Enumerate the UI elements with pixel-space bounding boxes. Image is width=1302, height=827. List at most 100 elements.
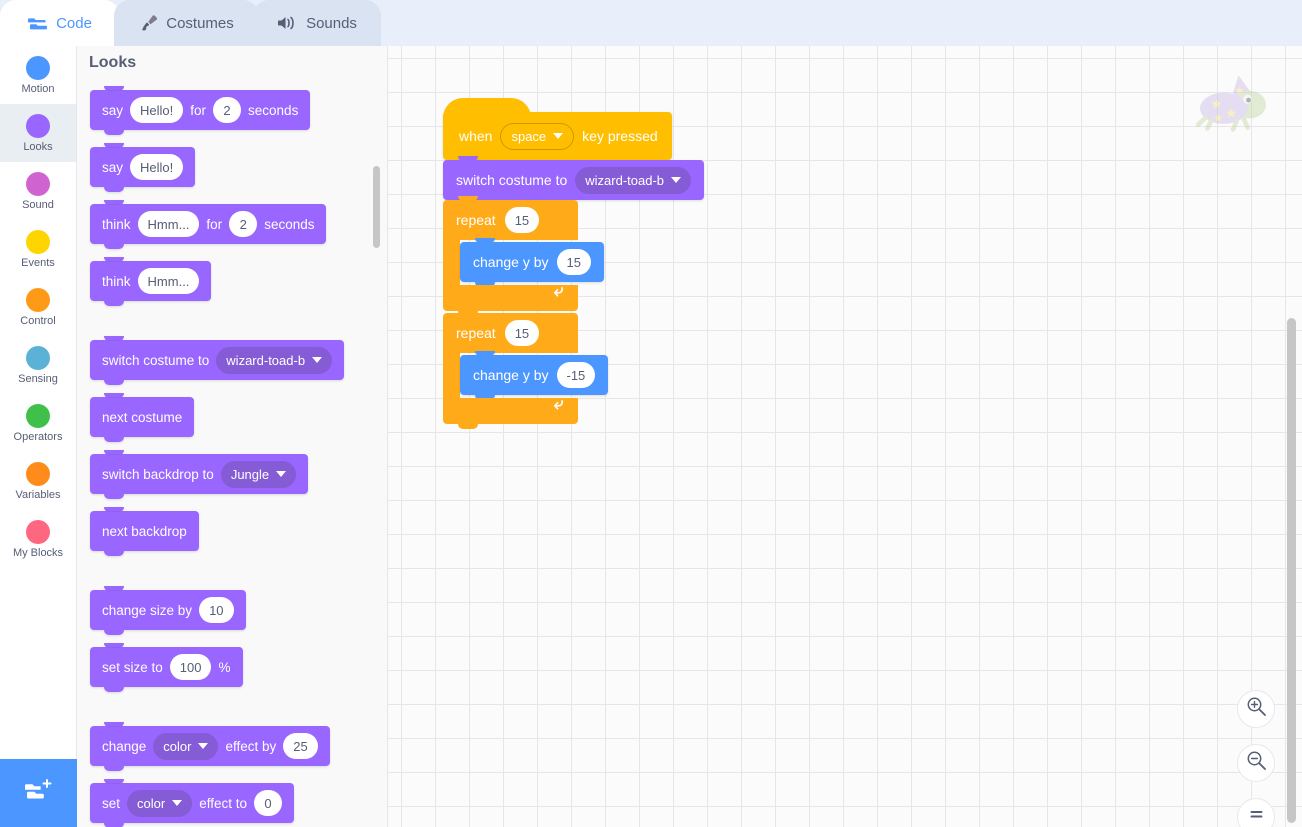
chevron-down-icon <box>671 177 682 183</box>
block-switch-costume[interactable]: switch costume to wizard-toad-b <box>443 156 705 205</box>
costume-dropdown[interactable]: wizard-toad-b <box>216 346 333 374</box>
category-sound[interactable]: Sound <box>0 162 76 220</box>
block-change-y-by-1[interactable]: change y by 15 <box>460 238 604 287</box>
palette-block-change-effect[interactable]: change color effect by 25 <box>90 722 330 771</box>
palette-block-think-for-seconds[interactable]: think Hmm... for 2 seconds <box>90 200 327 249</box>
category-sensing-label: Sensing <box>18 372 58 385</box>
block-when-key-pressed[interactable]: when space key pressed <box>443 98 672 165</box>
sensing-color-dot <box>26 345 50 370</box>
add-extension-icon <box>23 778 55 809</box>
palette-block-switch-costume[interactable]: switch costume to wizard-toad-b <box>90 336 345 385</box>
switch-backdrop-label: switch backdrop to <box>102 466 214 482</box>
repeat-2-mouth: change y by -15 <box>443 351 704 400</box>
effect-dropdown[interactable]: color <box>153 732 219 760</box>
switch-costume-label: switch costume to <box>456 172 568 188</box>
backdrop-dropdown[interactable]: Jungle <box>220 460 297 488</box>
key-dropdown-value: space <box>511 128 547 144</box>
category-my-blocks-label: My Blocks <box>12 546 64 559</box>
tab-costumes[interactable]: Costumes <box>114 0 259 46</box>
repeat-2-footer[interactable]: ⤷ <box>443 394 578 429</box>
think-message-input[interactable]: Hmm... <box>137 268 200 294</box>
change-size-input[interactable]: 10 <box>199 597 234 623</box>
category-events[interactable]: Events <box>0 220 76 278</box>
percent-label: % <box>218 659 231 675</box>
block-repeat-1[interactable]: repeat 15 change y by 15 ⤷ <box>443 196 704 316</box>
zoom-reset-button[interactable] <box>1237 798 1275 827</box>
key-dropdown[interactable]: space <box>500 122 575 150</box>
palette-block-say[interactable]: say Hello! <box>90 143 196 192</box>
tab-code[interactable]: Code <box>0 0 120 46</box>
set-effect-input[interactable]: 0 <box>254 790 282 816</box>
tab-costumes-label: Costumes <box>166 14 234 32</box>
palette-block-set-size[interactable]: set size to 100 % <box>90 643 243 692</box>
repeat-1-header[interactable]: repeat 15 <box>443 196 578 240</box>
palette-block-think[interactable]: think Hmm... <box>90 257 212 306</box>
say-label: say <box>102 159 124 175</box>
think-label: think <box>102 273 131 289</box>
category-sensing[interactable]: Sensing <box>0 336 76 394</box>
add-extension-button[interactable] <box>0 759 77 827</box>
category-motion[interactable]: Motion <box>0 46 76 104</box>
costume-dropdown-value: wizard-toad-b <box>585 172 665 188</box>
hat-cap <box>443 98 531 118</box>
palette-block-change-size[interactable]: change size by 10 <box>90 586 246 635</box>
zoom-in-button[interactable] <box>1237 690 1275 728</box>
category-variables[interactable]: Variables <box>0 452 76 510</box>
change-y-label: change y by <box>473 367 549 383</box>
looks-color-dot <box>26 113 50 138</box>
block-repeat-2[interactable]: repeat 15 change y by -15 ⤷ <box>443 309 704 429</box>
say-message-input[interactable]: Hello! <box>130 154 184 180</box>
script-stack[interactable]: when space key pressed switch costume to… <box>443 98 705 429</box>
change-effect-input[interactable]: 25 <box>283 733 318 759</box>
palette-block-set-effect[interactable]: set color effect to 0 <box>90 779 294 827</box>
repeat-2-times-input[interactable]: 15 <box>504 320 540 346</box>
change-y-label: change y by <box>473 254 549 270</box>
category-looks[interactable]: Looks <box>0 104 76 162</box>
canvas-scrollbar[interactable] <box>1287 318 1296 823</box>
zoom-out-icon <box>1246 750 1267 776</box>
variables-color-dot <box>26 461 50 486</box>
think-seconds-input[interactable]: 2 <box>229 211 258 237</box>
speaker-icon <box>277 15 297 31</box>
block-change-y-by-2[interactable]: change y by -15 <box>460 351 609 400</box>
category-my-blocks[interactable]: My Blocks <box>0 510 76 568</box>
chevron-down-icon <box>312 357 323 363</box>
change-y-1-input[interactable]: 15 <box>556 249 591 275</box>
think-message-input[interactable]: Hmm... <box>137 211 200 237</box>
tab-sounds[interactable]: Sounds <box>253 0 381 46</box>
palette-block-say-for-seconds[interactable]: say Hello! for 2 seconds <box>90 86 311 135</box>
palette-block-switch-backdrop[interactable]: switch backdrop to Jungle <box>90 450 309 499</box>
category-events-label: Events <box>21 256 55 269</box>
effect-dropdown-value: color <box>163 738 192 754</box>
zoom-out-button[interactable] <box>1237 744 1275 782</box>
say-message-input[interactable]: Hello! <box>130 97 184 123</box>
backdrop-dropdown-value: Jungle <box>230 466 270 482</box>
sprite-watermark <box>1195 68 1270 134</box>
chevron-down-icon <box>172 800 183 806</box>
set-label: set <box>102 795 121 811</box>
next-costume-label: next costume <box>102 409 183 425</box>
sound-color-dot <box>26 171 50 196</box>
effect-dropdown[interactable]: color <box>127 789 193 817</box>
zoom-in-icon <box>1246 696 1267 722</box>
script-canvas[interactable]: when space key pressed switch costume to… <box>388 46 1302 827</box>
repeat-1-arm <box>443 240 460 285</box>
costume-dropdown[interactable]: wizard-toad-b <box>575 166 692 194</box>
say-label: say <box>102 102 124 118</box>
category-operators[interactable]: Operators <box>0 394 76 452</box>
category-control[interactable]: Control <box>0 278 76 336</box>
effect-to-label: effect to <box>199 795 247 811</box>
switch-costume-label: switch costume to <box>102 352 210 368</box>
repeat-1-times-input[interactable]: 15 <box>504 207 540 233</box>
tab-code-label: Code <box>56 14 92 32</box>
repeat-2-header[interactable]: repeat 15 <box>443 309 578 353</box>
say-seconds-input[interactable]: 2 <box>213 97 242 123</box>
paintbrush-icon <box>139 14 158 32</box>
set-size-input[interactable]: 100 <box>169 654 212 680</box>
repeat-1-footer[interactable]: ⤷ <box>443 281 578 316</box>
palette-block-next-costume[interactable]: next costume <box>90 393 195 442</box>
operators-color-dot <box>26 403 50 428</box>
change-y-2-input[interactable]: -15 <box>556 362 596 388</box>
palette-block-next-backdrop[interactable]: next backdrop <box>90 507 199 556</box>
repeat-label: repeat <box>456 325 496 341</box>
